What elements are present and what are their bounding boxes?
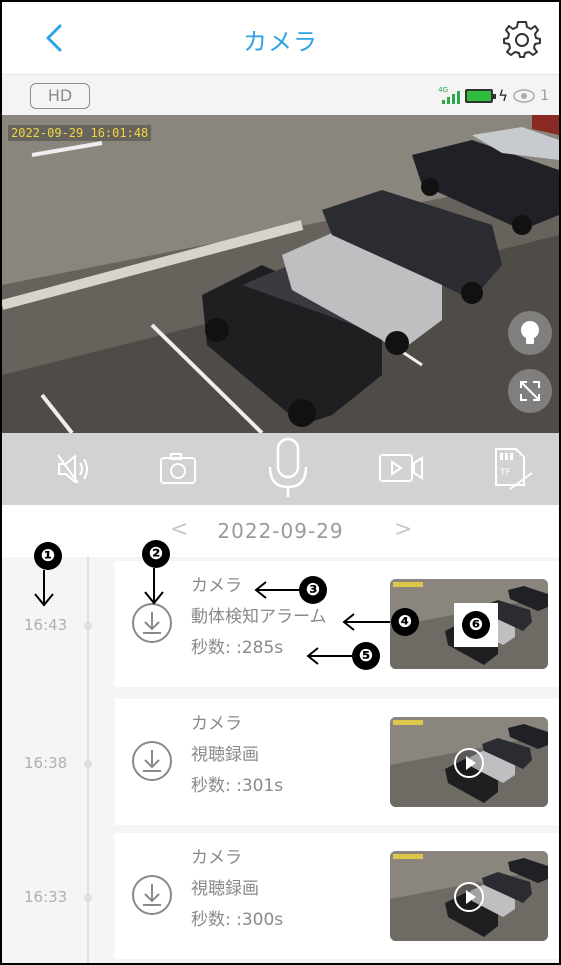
play-icon[interactable] [454, 748, 484, 778]
top-bar: カメラ [2, 2, 559, 75]
next-date-button[interactable]: > [394, 517, 412, 542]
timeline-dot [84, 760, 92, 768]
video-record-icon[interactable] [378, 451, 426, 487]
download-icon[interactable] [130, 739, 174, 783]
arrow-down-icon [144, 568, 164, 605]
svg-text:TF: TF [499, 468, 511, 478]
recording-type: 動体検知アラーム [191, 607, 327, 627]
download-icon[interactable] [130, 873, 174, 917]
recording-time: 16:43 [24, 616, 68, 634]
recording-type: 視聴録画 [191, 745, 259, 765]
arrow-left-icon [254, 581, 300, 599]
thumbnail-timestamp [393, 720, 423, 725]
arrow-left-icon [342, 613, 390, 631]
light-button[interactable] [508, 311, 552, 355]
recording-thumbnail[interactable] [390, 717, 548, 807]
recording-info: カメラ 視聴録画 秒数: :301s [191, 709, 283, 802]
annotation-badge-3: ❸ [299, 576, 327, 604]
annotation-badge-6: ❻ [462, 611, 490, 639]
lightbulb-icon [521, 321, 539, 344]
arrow-left-icon [306, 647, 352, 665]
page-title: カメラ [243, 28, 318, 56]
thumbnail-timestamp [393, 582, 423, 587]
fullscreen-icon [520, 381, 540, 401]
recording-info: カメラ 視聴録画 秒数: :300s [191, 843, 283, 936]
fullscreen-button[interactable] [508, 369, 552, 413]
annotation-badge-5: ❺ [352, 642, 380, 670]
eye-icon [513, 89, 535, 103]
play-icon[interactable] [454, 882, 484, 912]
gear-icon[interactable] [502, 20, 542, 60]
speaker-mute-icon[interactable] [54, 449, 94, 489]
charging-icon: ϟ [498, 87, 509, 105]
recording-duration: 秒数: :300s [191, 910, 284, 930]
recording-card[interactable]: カメラ 視聴録画 秒数: :301s [115, 699, 559, 825]
tf-card-disabled-icon[interactable]: TF [490, 445, 534, 493]
recording-item[interactable]: 16:38 カメラ 視聴録画 秒数: :301s [2, 699, 559, 825]
camera-icon[interactable] [158, 449, 198, 489]
annotation-badge-1: ❶ [34, 542, 62, 570]
viewer-count: 1 [540, 88, 549, 104]
control-bar: TF [2, 433, 559, 505]
signal-icon: 4G [438, 86, 461, 106]
selected-date[interactable]: 2022-09-29 [2, 519, 559, 543]
app-screen: カメラ HD 4G ϟ 1 2022-09-29 16:01:48 TF < 2… [0, 0, 561, 965]
video-timestamp: 2022-09-29 16:01:48 [8, 125, 152, 141]
live-video-view[interactable]: 2022-09-29 16:01:48 [2, 115, 559, 433]
camera-status-bar: HD 4G ϟ 1 [2, 75, 559, 115]
recording-type: 視聴録画 [191, 879, 259, 899]
quality-toggle-button[interactable]: HD [30, 83, 90, 109]
recording-time: 16:38 [24, 754, 68, 772]
annotation-badge-2: ❷ [142, 540, 170, 568]
thumbnail-timestamp [393, 854, 423, 859]
recording-device: カメラ [191, 714, 242, 734]
arrow-down-icon [34, 570, 54, 607]
camera-feed-image [2, 115, 559, 433]
battery-icon [465, 89, 497, 103]
download-icon[interactable] [130, 601, 174, 645]
recording-time: 16:33 [24, 888, 68, 906]
microphone-icon[interactable] [264, 437, 312, 501]
recording-device: カメラ [191, 848, 242, 868]
timeline-dot [84, 894, 92, 902]
recording-thumbnail[interactable] [390, 851, 548, 941]
recording-duration: 秒数: :301s [191, 776, 284, 796]
timeline-dot [84, 622, 92, 630]
status-indicators: 4G ϟ 1 [438, 85, 549, 107]
annotation-badge-4: ❹ [391, 608, 419, 636]
recording-item[interactable]: 16:33 カメラ 視聴録画 秒数: :300s [2, 833, 559, 959]
recording-card[interactable]: カメラ 視聴録画 秒数: :300s [115, 833, 559, 959]
date-selector: < 2022-09-29 > [2, 505, 559, 557]
